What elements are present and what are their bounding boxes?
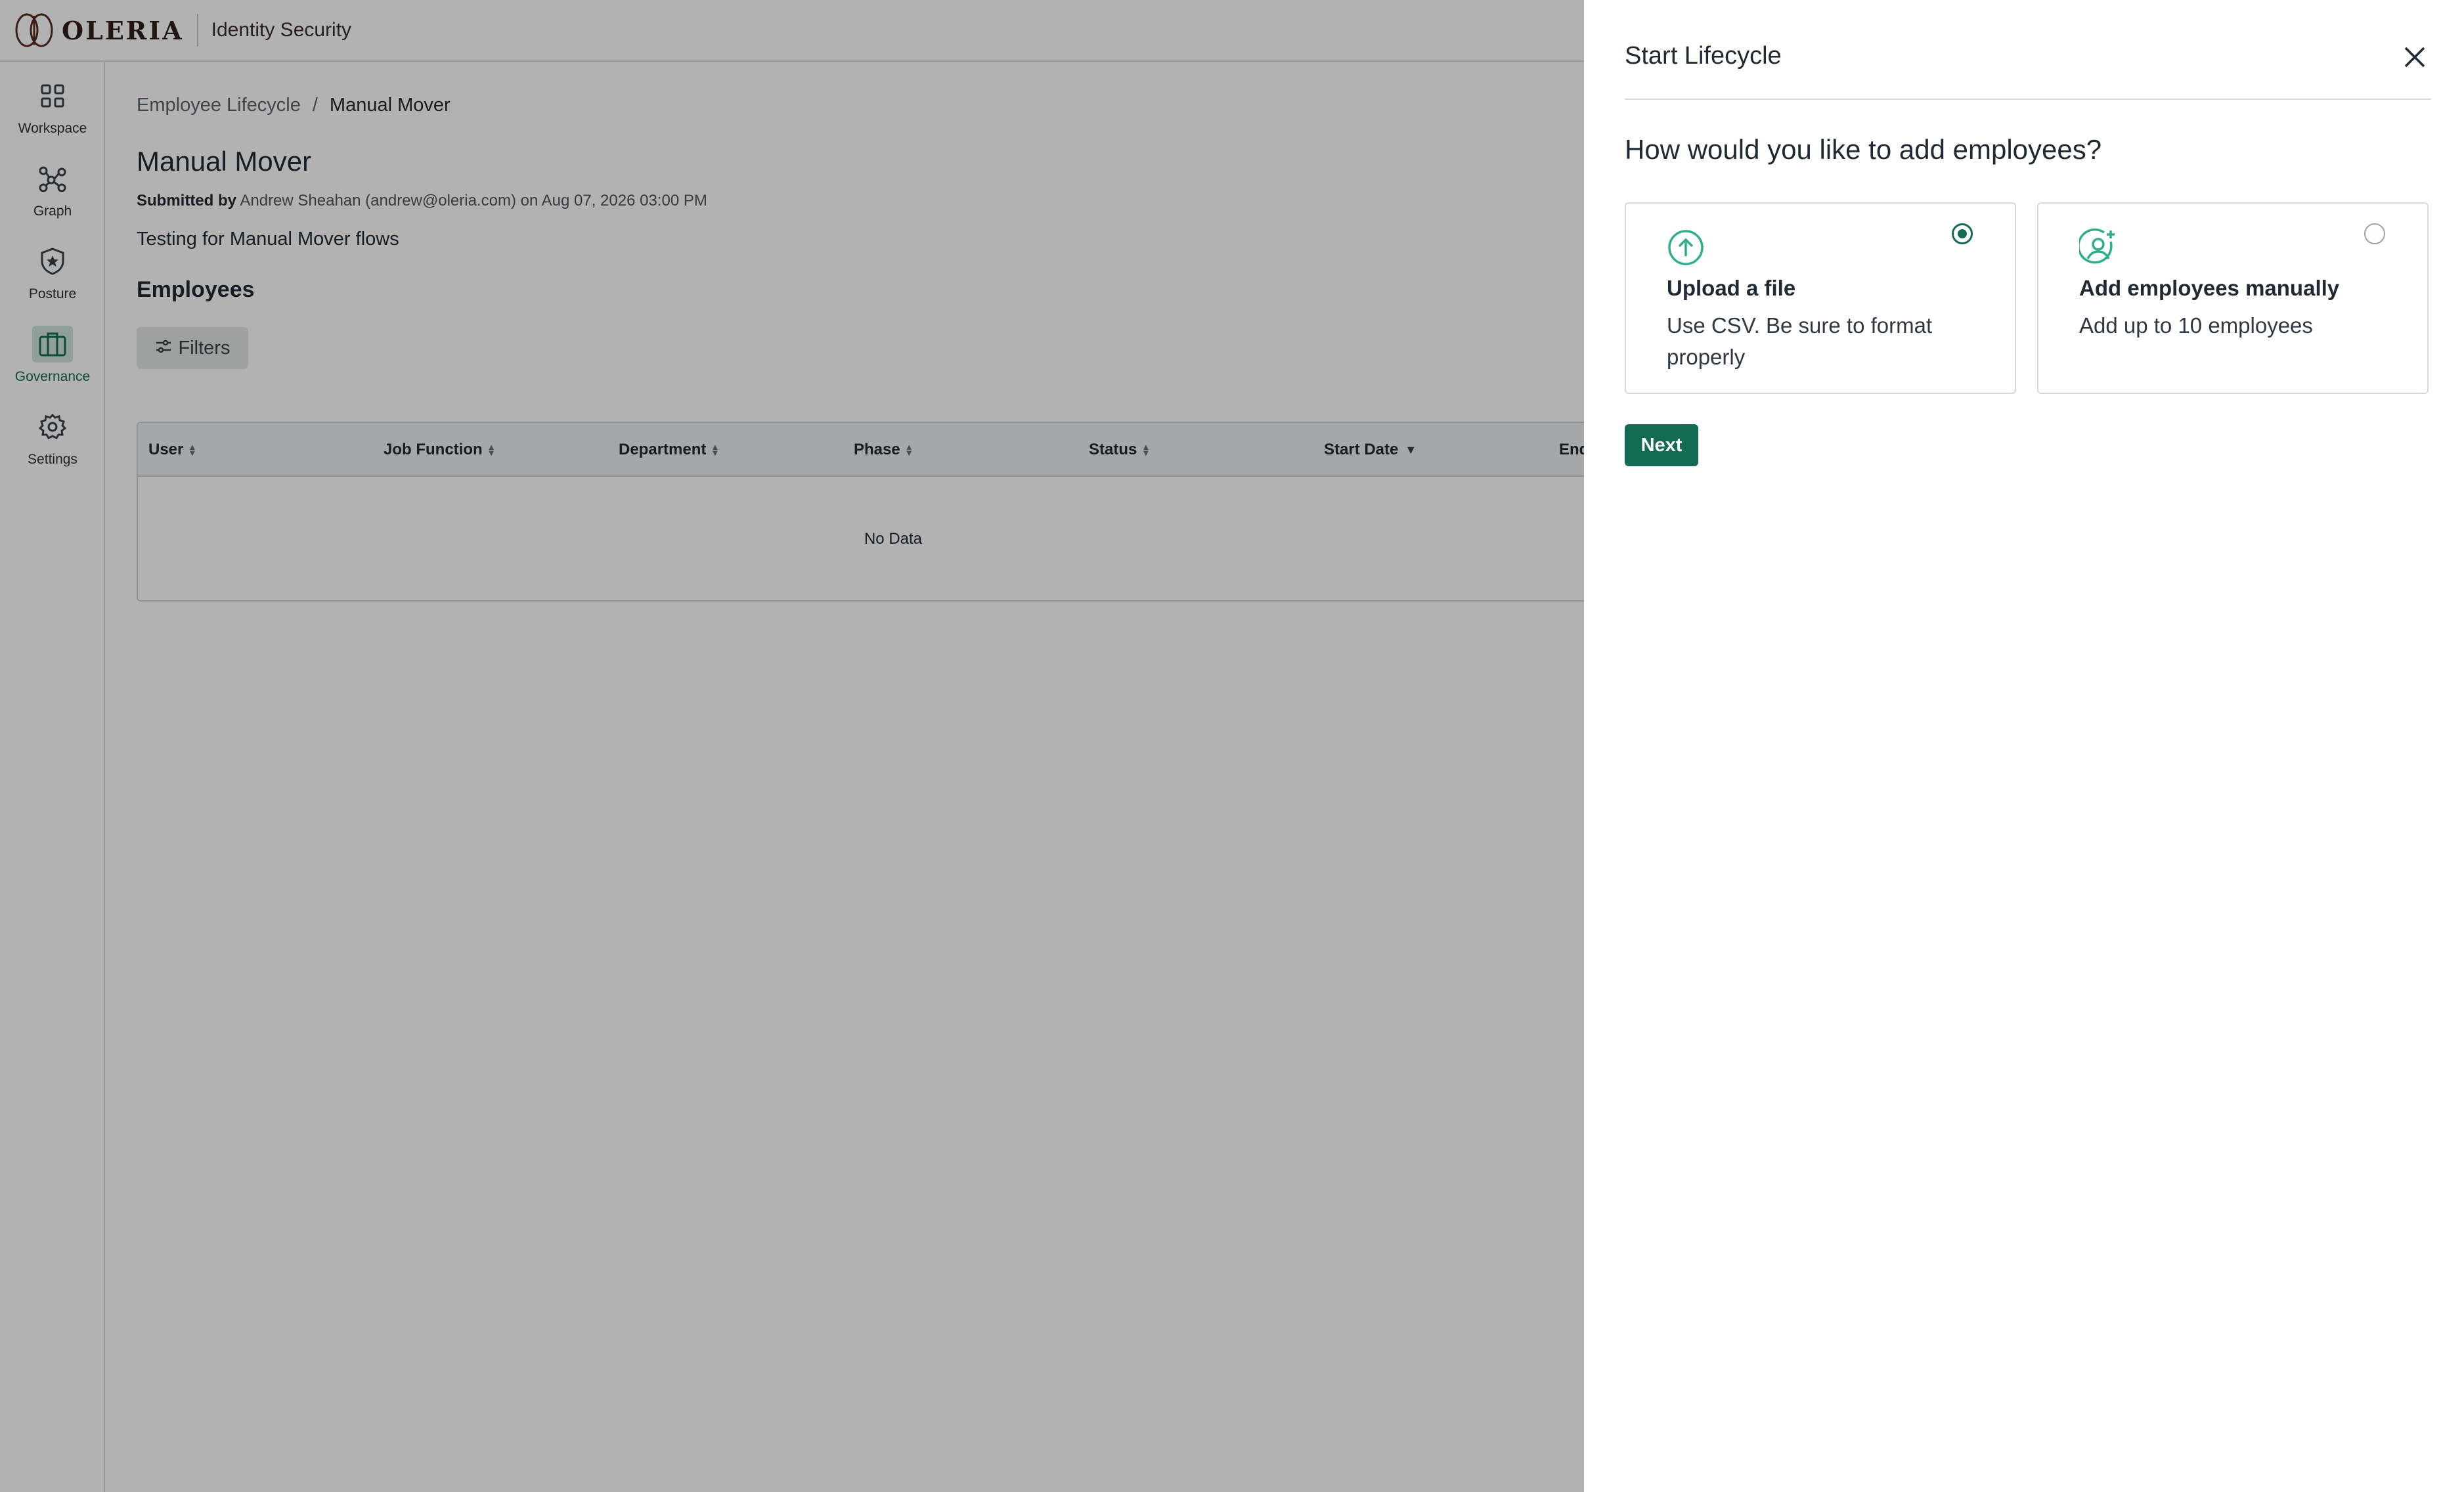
option-title: Add employees manually <box>2079 276 2340 300</box>
upload-file-option[interactable]: Upload a file Use CSV. Be sure to format… <box>1625 202 2016 394</box>
upload-file-radio[interactable] <box>1952 223 1973 244</box>
add-manually-option[interactable]: Add employees manually Add up to 10 empl… <box>2037 202 2429 394</box>
add-employees-question: How would you like to add employees? <box>1625 134 2102 165</box>
add-manually-radio[interactable] <box>2364 223 2385 244</box>
option-title: Upload a file <box>1667 276 1796 300</box>
upload-icon <box>1667 229 1705 267</box>
next-button[interactable]: Next <box>1625 424 1698 466</box>
start-lifecycle-drawer: Start Lifecycle How would you like to ad… <box>1584 0 2464 1492</box>
modal-overlay[interactable] <box>0 0 1584 1492</box>
close-button[interactable] <box>2398 41 2431 74</box>
option-description: Add up to 10 employees <box>2079 313 2313 338</box>
drawer-divider <box>1625 99 2431 100</box>
drawer-title: Start Lifecycle <box>1625 42 1782 70</box>
close-icon <box>2404 47 2425 68</box>
option-description: Use CSV. Be sure to format properly <box>1667 313 1933 369</box>
add-user-icon <box>2077 228 2117 267</box>
